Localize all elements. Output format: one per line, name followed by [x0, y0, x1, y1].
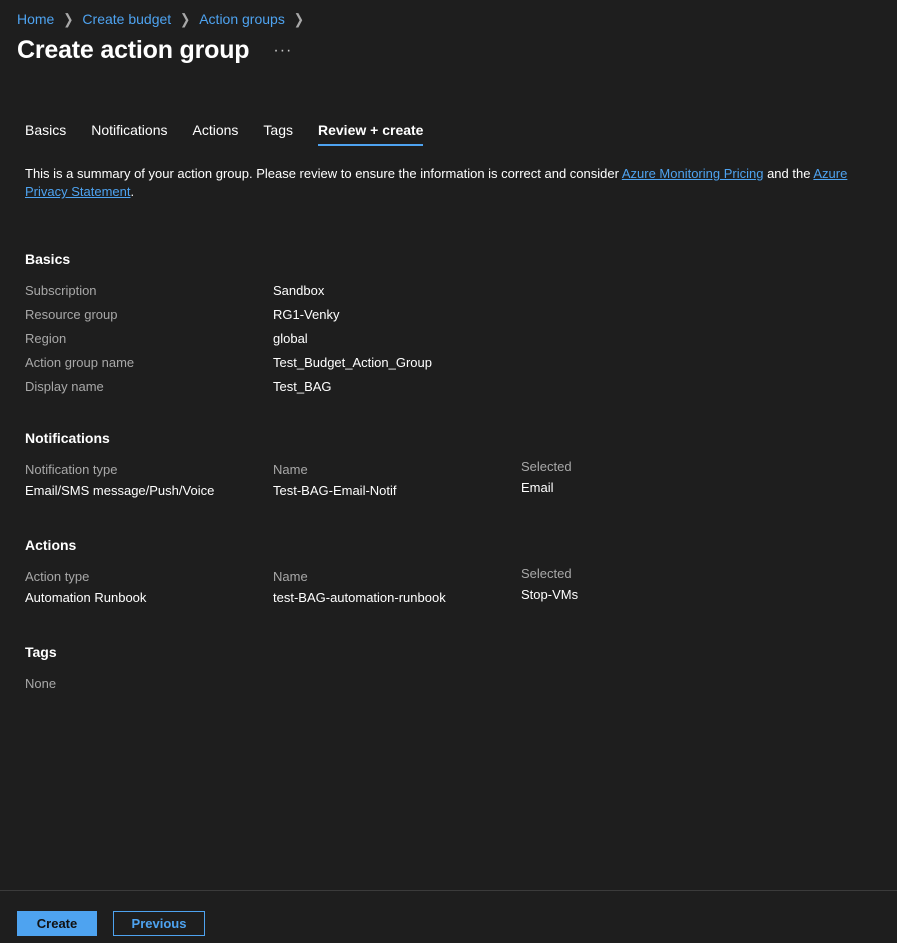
notification-selected-value: Email — [521, 480, 554, 495]
azure-monitoring-pricing-link[interactable]: Azure Monitoring Pricing — [622, 166, 764, 181]
region-value: global — [273, 331, 308, 346]
breadcrumb: Home ❯ Create budget ❯ Action groups ❯ — [17, 10, 313, 28]
tab-basics[interactable]: Basics — [25, 122, 66, 145]
tab-actions[interactable]: Actions — [193, 122, 239, 145]
summary-text-before: This is a summary of your action group. … — [25, 166, 622, 181]
previous-button[interactable]: Previous — [113, 911, 205, 936]
notification-type-header: Notification type — [25, 462, 118, 477]
subscription-label: Subscription — [25, 283, 97, 298]
notifications-section-title: Notifications — [25, 430, 110, 446]
action-type-header: Action type — [25, 569, 90, 584]
resource-group-label: Resource group — [25, 307, 118, 322]
action-name-value: test-BAG-automation-runbook — [273, 590, 446, 605]
display-name-label: Display name — [25, 379, 104, 394]
action-group-name-value: Test_Budget_Action_Group — [273, 355, 432, 370]
breadcrumb-home[interactable]: Home — [17, 11, 54, 27]
display-name-value: Test_BAG — [273, 379, 332, 394]
notification-name-value: Test-BAG-Email-Notif — [273, 483, 397, 498]
tab-notifications[interactable]: Notifications — [91, 122, 167, 145]
action-selected-value: Stop-VMs — [521, 587, 579, 602]
chevron-right-icon: ❯ — [293, 10, 304, 28]
summary-text-middle: and the — [763, 166, 814, 181]
chevron-right-icon: ❯ — [63, 10, 74, 28]
more-options-icon[interactable]: ··· — [273, 42, 292, 60]
tab-bar: Basics Notifications Actions Tags Review… — [25, 122, 448, 146]
subscription-value: Sandbox — [273, 283, 325, 298]
tab-tags[interactable]: Tags — [263, 122, 293, 145]
notification-type-value: Email/SMS message/Push/Voice — [25, 483, 215, 498]
tags-value: None — [25, 676, 57, 691]
page-title: Create action group — [17, 36, 250, 64]
tab-review-create[interactable]: Review + create — [318, 122, 424, 146]
action-group-name-label: Action group name — [25, 355, 135, 370]
region-label: Region — [25, 331, 67, 346]
action-name-header: Name — [273, 569, 308, 584]
breadcrumb-action-groups[interactable]: Action groups — [199, 11, 285, 27]
basics-section-title: Basics — [25, 251, 71, 267]
chevron-right-icon: ❯ — [180, 10, 191, 28]
breadcrumb-create-budget[interactable]: Create budget — [82, 11, 171, 27]
resource-group-value: RG1-Venky — [273, 307, 340, 322]
create-button[interactable]: Create — [17, 911, 97, 936]
tags-section-title: Tags — [25, 644, 57, 660]
summary-text: This is a summary of your action group. … — [25, 165, 893, 201]
footer-divider — [0, 890, 897, 891]
notification-name-header: Name — [273, 462, 308, 477]
summary-text-after: . — [130, 184, 135, 199]
action-type-value: Automation Runbook — [25, 590, 147, 605]
actions-section-title: Actions — [25, 537, 77, 553]
page: Home ❯ Create budget ❯ Action groups ❯ C… — [0, 0, 897, 943]
notification-selected-header: Selected — [521, 459, 572, 474]
title-row: Create action group ··· — [17, 36, 292, 65]
action-selected-header: Selected — [521, 566, 572, 581]
